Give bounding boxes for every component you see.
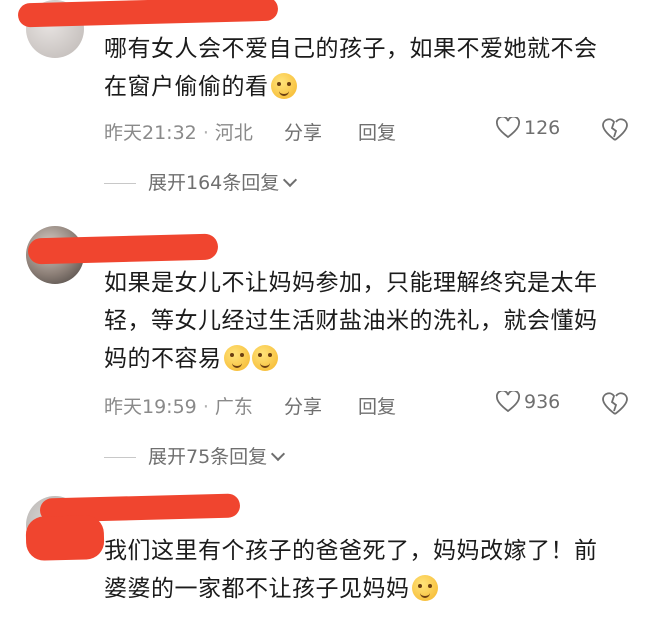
laughing-tears-emoji <box>251 345 278 371</box>
reply-button[interactable]: 回复 <box>358 118 396 145</box>
redaction-mark <box>25 514 105 562</box>
comment-text-line: 妈的不容易 <box>104 346 222 372</box>
redaction-mark <box>17 0 279 28</box>
expand-replies-button[interactable]: 展开75条回复 <box>104 442 286 470</box>
laughing-tears-emoji <box>223 345 250 371</box>
comment-meta: 昨天19:59 · 广东 分享 回复 936 <box>104 389 634 422</box>
comment-text-line: 我们这里有个孩子的爸爸死了，妈妈改嫁了！前 <box>104 538 598 564</box>
broken-heart-icon <box>602 118 628 141</box>
expand-replies-button[interactable]: 展开164条回复 <box>104 168 298 196</box>
share-button[interactable]: 分享 <box>284 118 322 145</box>
like-button[interactable]: 126 <box>496 115 561 139</box>
like-count: 126 <box>524 117 561 139</box>
comment-text: 如果是女儿不让妈妈参加，只能理解终究是太年 轻，等女儿经过生活财盐油米的洗礼，就… <box>104 264 634 378</box>
pleading-face-emoji <box>270 73 297 99</box>
comment-meta: 昨天21:32 · 河北 分享 回复 126 <box>104 115 634 148</box>
shushing-face-emoji <box>411 575 438 601</box>
heart-icon <box>496 115 520 139</box>
comment-text-line: 在窗户偷偷的看 <box>104 74 269 100</box>
dislike-button[interactable] <box>602 118 628 147</box>
divider <box>104 183 136 184</box>
reply-button[interactable]: 回复 <box>358 392 396 419</box>
comment-time: 昨天21:32 · 河北 <box>104 122 253 144</box>
comment-time: 昨天19:59 · 广东 <box>104 396 253 418</box>
redaction-mark <box>27 233 219 265</box>
chevron-down-icon <box>271 446 286 462</box>
share-button[interactable]: 分享 <box>284 392 322 419</box>
comment-text: 哪有女人会不爱自己的孩子，如果不爱她就不会 在窗户偷偷的看 <box>104 30 634 106</box>
comment-text-line: 婆婆的一家都不让孩子见妈妈 <box>104 576 410 602</box>
divider <box>104 457 136 458</box>
broken-heart-icon <box>602 392 628 415</box>
like-count: 936 <box>524 391 561 413</box>
comment-text: 我们这里有个孩子的爸爸死了，妈妈改嫁了！前 婆婆的一家都不让孩子见妈妈 <box>104 532 634 608</box>
dislike-button[interactable] <box>602 392 628 421</box>
chevron-down-icon <box>283 172 298 188</box>
comment-text-line: 如果是女儿不让妈妈参加，只能理解终究是太年 <box>104 270 598 296</box>
comment-text-line: 轻，等女儿经过生活财盐油米的洗礼，就会懂妈 <box>104 308 598 334</box>
comment-text-line: 哪有女人会不爱自己的孩子，如果不爱她就不会 <box>104 36 598 62</box>
heart-icon <box>496 389 520 413</box>
like-button[interactable]: 936 <box>496 389 561 413</box>
